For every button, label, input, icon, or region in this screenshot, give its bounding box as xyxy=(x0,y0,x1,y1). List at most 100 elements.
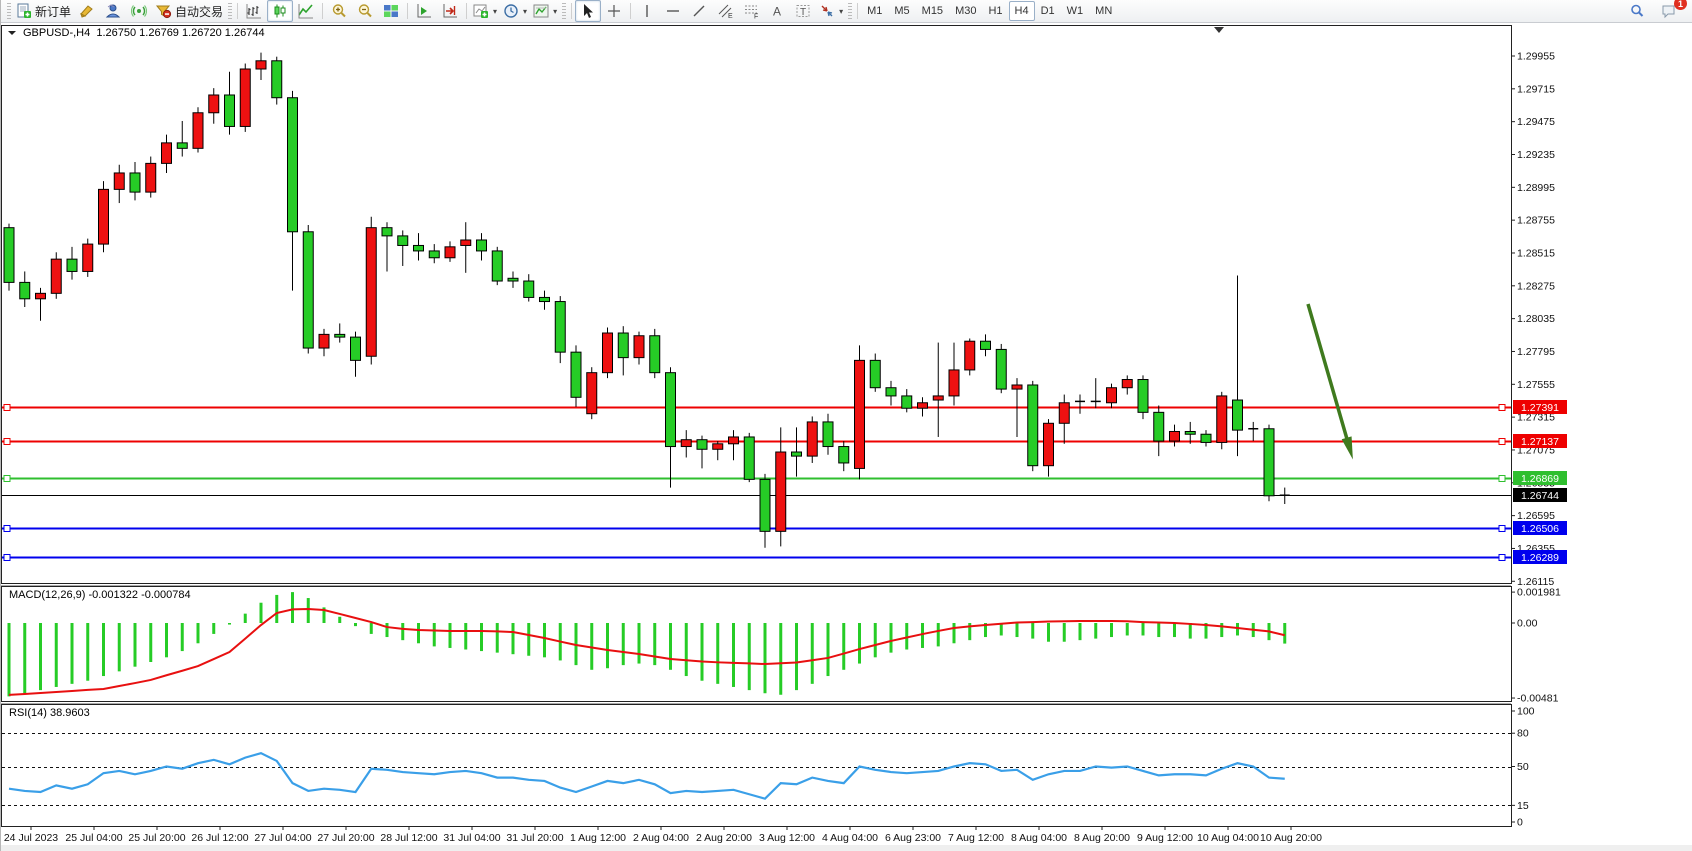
svg-text:6 Aug 23:00: 6 Aug 23:00 xyxy=(885,832,941,844)
svg-text:1.26869: 1.26869 xyxy=(1521,473,1559,485)
tab-w1[interactable]: W1 xyxy=(1061,1,1090,21)
tab-m1[interactable]: M1 xyxy=(861,1,888,21)
templates-icon xyxy=(533,3,549,19)
zoom-in-button[interactable] xyxy=(326,0,352,22)
svg-text:28 Jul 12:00: 28 Jul 12:00 xyxy=(380,832,437,844)
horizontal-line-button[interactable] xyxy=(660,0,686,22)
toolbar-grip[interactable] xyxy=(228,3,232,19)
toolbar-separator xyxy=(407,3,408,19)
profile-button[interactable] xyxy=(100,0,126,22)
candlestick-chart-button[interactable] xyxy=(267,0,293,22)
cursor-icon xyxy=(580,3,596,19)
new-order-label: 新订单 xyxy=(35,3,71,20)
auto-scroll-icon xyxy=(416,3,432,19)
signal-button[interactable] xyxy=(126,0,152,22)
svg-text:80: 80 xyxy=(1517,728,1529,740)
svg-text:1.26289: 1.26289 xyxy=(1521,552,1559,564)
tab-h4[interactable]: H4 xyxy=(1009,1,1035,21)
toolbar-grip[interactable] xyxy=(7,3,11,19)
svg-text:1.27137: 1.27137 xyxy=(1521,436,1559,448)
svg-text:1.28995: 1.28995 xyxy=(1517,182,1555,194)
svg-text:T: T xyxy=(800,7,806,18)
toolbar-separator xyxy=(630,3,631,19)
new-order-button[interactable]: 新订单 xyxy=(13,0,74,22)
svg-text:1.27795: 1.27795 xyxy=(1517,346,1555,358)
svg-text:8 Aug 04:00: 8 Aug 04:00 xyxy=(1011,832,1067,844)
svg-text:10 Aug 20:00: 10 Aug 20:00 xyxy=(1260,832,1322,844)
tab-mn[interactable]: MN xyxy=(1089,1,1118,21)
tab-m5[interactable]: M5 xyxy=(888,1,915,21)
crosshair-icon xyxy=(606,3,622,19)
auto-scroll-button[interactable] xyxy=(411,0,437,22)
tab-d1[interactable]: D1 xyxy=(1035,1,1061,21)
fibonacci-button[interactable]: F xyxy=(738,0,764,22)
svg-text:1.27555: 1.27555 xyxy=(1517,379,1555,391)
arrows-dropdown-caret[interactable]: ▾ xyxy=(839,7,843,16)
arrows-button[interactable]: ▾ xyxy=(816,0,846,22)
toolbar-separator xyxy=(466,3,467,19)
line-chart-button[interactable] xyxy=(293,0,319,22)
periods-icon xyxy=(503,3,519,19)
svg-text:E: E xyxy=(728,13,733,19)
line-chart-icon xyxy=(298,3,314,19)
autotrade-button[interactable]: 自动交易 xyxy=(152,0,226,22)
candlestick-chart-icon xyxy=(272,3,288,19)
svg-text:-0.00481: -0.00481 xyxy=(1517,693,1559,705)
svg-text:1.28275: 1.28275 xyxy=(1517,280,1555,292)
periods-dropdown-caret[interactable]: ▾ xyxy=(523,7,527,16)
channel-icon: E xyxy=(717,3,734,19)
chart-title: GBPUSD-,H4 1.26750 1.26769 1.26720 1.267… xyxy=(8,27,265,39)
indicators-dropdown-caret[interactable]: ▾ xyxy=(493,7,497,16)
toolbar-grip[interactable] xyxy=(562,3,566,19)
svg-text:31 Jul 20:00: 31 Jul 20:00 xyxy=(506,832,563,844)
notification-badge: 1 xyxy=(1674,0,1687,10)
periods-button[interactable]: ▾ xyxy=(500,0,530,22)
svg-text:1.28515: 1.28515 xyxy=(1517,247,1555,259)
trendline-icon xyxy=(691,3,707,19)
fibonacci-icon: F xyxy=(743,3,760,19)
svg-text:0.00: 0.00 xyxy=(1517,618,1538,630)
text-label-button[interactable]: T xyxy=(790,0,816,22)
templates-dropdown-caret[interactable]: ▾ xyxy=(553,7,557,16)
svg-text:8 Aug 20:00: 8 Aug 20:00 xyxy=(1074,832,1130,844)
bar-chart-button[interactable] xyxy=(241,0,267,22)
channel-button[interactable]: E xyxy=(712,0,738,22)
zoom-out-icon xyxy=(357,3,374,19)
toolbar-separator xyxy=(857,3,858,19)
svg-text:1.29235: 1.29235 xyxy=(1517,149,1555,161)
macd-label: MACD(12,26,9) -0.001322 -0.000784 xyxy=(9,589,191,601)
autotrade-label: 自动交易 xyxy=(175,3,223,20)
text-label-icon: T xyxy=(795,3,812,19)
trendline-button[interactable] xyxy=(686,0,712,22)
cursor-button[interactable] xyxy=(575,0,601,22)
svg-text:2 Aug 20:00: 2 Aug 20:00 xyxy=(696,832,752,844)
crosshair-button[interactable] xyxy=(601,0,627,22)
svg-text:10 Aug 04:00: 10 Aug 04:00 xyxy=(1197,832,1259,844)
svg-text:1.28755: 1.28755 xyxy=(1517,215,1555,227)
svg-text:24 Jul 2023: 24 Jul 2023 xyxy=(4,832,58,844)
signal-icon xyxy=(131,3,147,19)
svg-text:26 Jul 12:00: 26 Jul 12:00 xyxy=(191,832,248,844)
tab-m30[interactable]: M30 xyxy=(949,1,982,21)
tile-windows-button[interactable] xyxy=(378,0,404,22)
tab-m15[interactable]: M15 xyxy=(916,1,949,21)
notifications-button[interactable]: 1 xyxy=(1656,0,1682,22)
chart-shift-button[interactable] xyxy=(437,0,463,22)
vertical-line-button[interactable] xyxy=(634,0,660,22)
svg-text:F: F xyxy=(754,14,758,20)
search-icon xyxy=(1629,3,1645,19)
svg-text:7 Aug 12:00: 7 Aug 12:00 xyxy=(948,832,1004,844)
svg-text:1.29475: 1.29475 xyxy=(1517,116,1555,128)
tab-h1[interactable]: H1 xyxy=(982,1,1008,21)
indicators-button[interactable]: ▾ xyxy=(470,0,500,22)
publish-button[interactable] xyxy=(74,0,100,22)
zoom-out-button[interactable] xyxy=(352,0,378,22)
svg-text:4 Aug 04:00: 4 Aug 04:00 xyxy=(822,832,878,844)
svg-text:27 Jul 04:00: 27 Jul 04:00 xyxy=(254,832,311,844)
toolbar-grip[interactable] xyxy=(848,3,852,19)
toolbar-separator xyxy=(237,3,238,19)
indicators-icon xyxy=(473,3,489,19)
text-button[interactable]: A xyxy=(764,0,790,22)
search-button[interactable] xyxy=(1624,0,1650,22)
templates-button[interactable]: ▾ xyxy=(530,0,560,22)
